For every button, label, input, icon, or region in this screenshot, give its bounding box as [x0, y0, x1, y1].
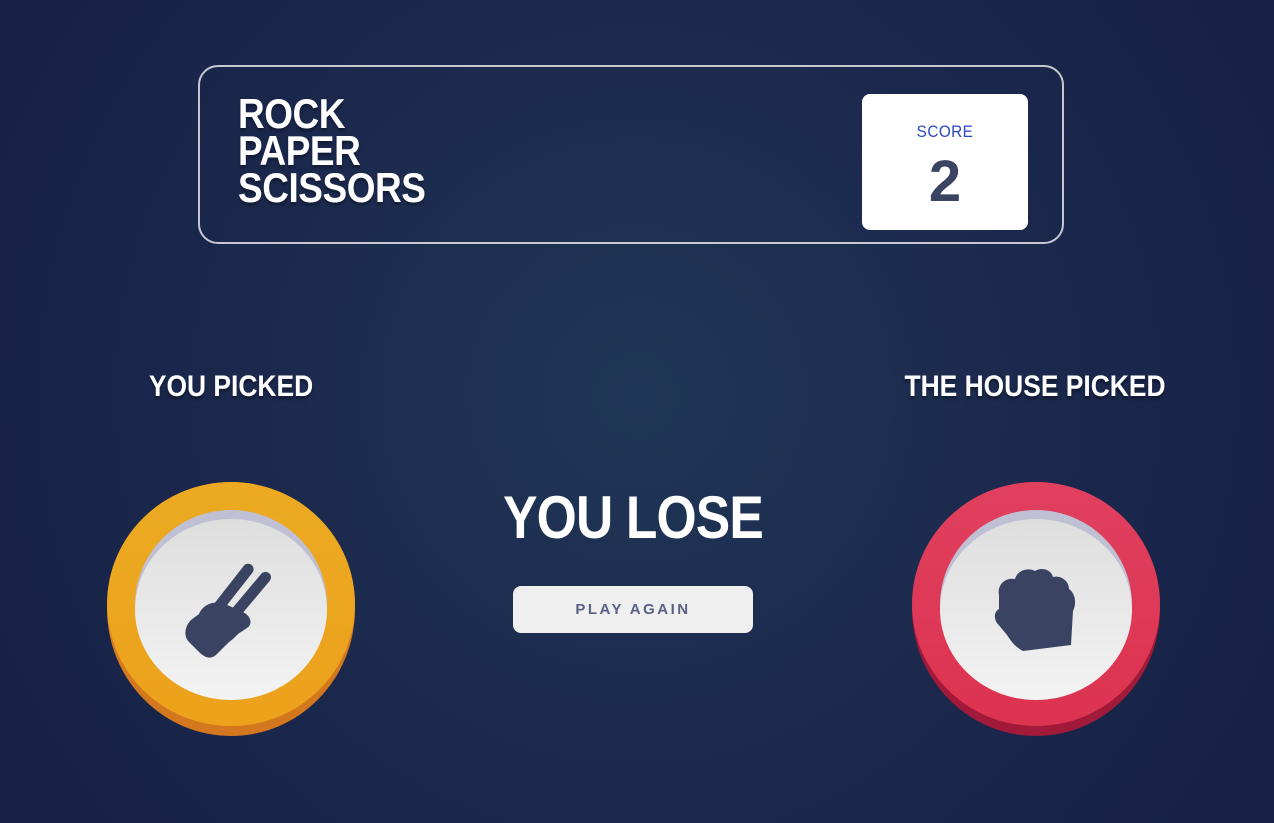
result-text: YOU LOSE [503, 484, 764, 551]
player-choice-scissors [107, 482, 355, 736]
rock-face [940, 519, 1132, 700]
header-bar: ROCK PAPER SCISSORS SCORE 2 [198, 65, 1064, 244]
title-line-scissors: SCISSORS [238, 164, 426, 211]
rock-fist-icon [991, 567, 1081, 653]
play-again-button[interactable]: PLAY AGAIN [513, 586, 753, 633]
score-value: 2 [928, 149, 962, 214]
house-choice-rock [912, 482, 1160, 736]
score-box: SCORE 2 [862, 94, 1028, 230]
score-label: SCORE [916, 122, 974, 141]
game-title: ROCK PAPER SCISSORS [238, 93, 426, 211]
scissors-hand-icon [181, 556, 281, 664]
house-picked-label: THE HOUSE PICKED [904, 370, 1166, 403]
rock-inner [940, 510, 1132, 700]
scissors-inner [135, 510, 327, 700]
you-picked-label: YOU PICKED [148, 370, 314, 403]
scissors-face [135, 519, 327, 700]
